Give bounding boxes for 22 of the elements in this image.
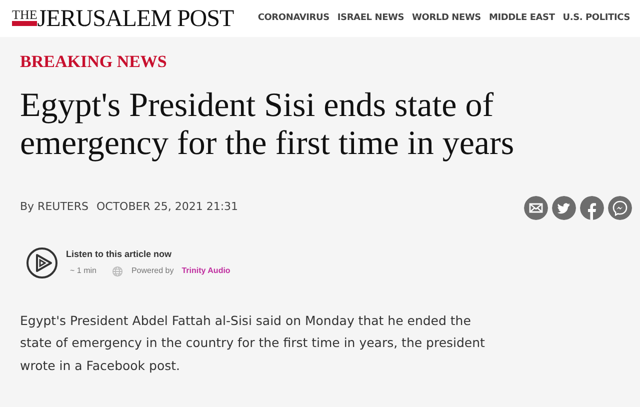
article-paragraph: Egypt's President Abdel Fattah al-Sisi said on Monday that he ended the state of emergency in the country for the first time in years, the president wrote in a Facebook post. [20, 312, 486, 375]
globe-icon [112, 266, 124, 277]
nav-link[interactable]: MIDDLE EAST [488, 12, 555, 26]
section-label: BREAKING NEWS [20, 51, 168, 73]
duration: ~ 1 min [70, 265, 96, 278]
email-share-icon[interactable] [524, 196, 548, 220]
date: OCTOBER 25, 2021 21:31 [96, 199, 238, 216]
audio-title: Listen to this article now [66, 248, 173, 261]
nav-link[interactable]: U.S. POLITICS [562, 12, 630, 26]
messenger-share-icon[interactable] [608, 196, 632, 220]
brand-link[interactable]: Trinity Audio [182, 265, 230, 278]
nav-link[interactable]: ISRAEL NEWS [337, 12, 404, 26]
nav-link[interactable]: CORONAVIRUS [258, 12, 330, 26]
nav-link[interactable]: WORLD NEWS [412, 12, 481, 26]
twitter-share-icon[interactable] [552, 196, 576, 220]
facebook-share-icon[interactable] [580, 196, 604, 220]
logo[interactable]: JERUSALEM POST [37, 6, 234, 30]
headline: Egypt's President Sisi ends state of emergency for the first time in years [20, 86, 516, 162]
logo-prefix: THE [12, 8, 38, 26]
play-icon[interactable] [26, 246, 58, 278]
byline: By REUTERS [20, 199, 88, 216]
powered-by-label: Powered by [131, 265, 174, 278]
